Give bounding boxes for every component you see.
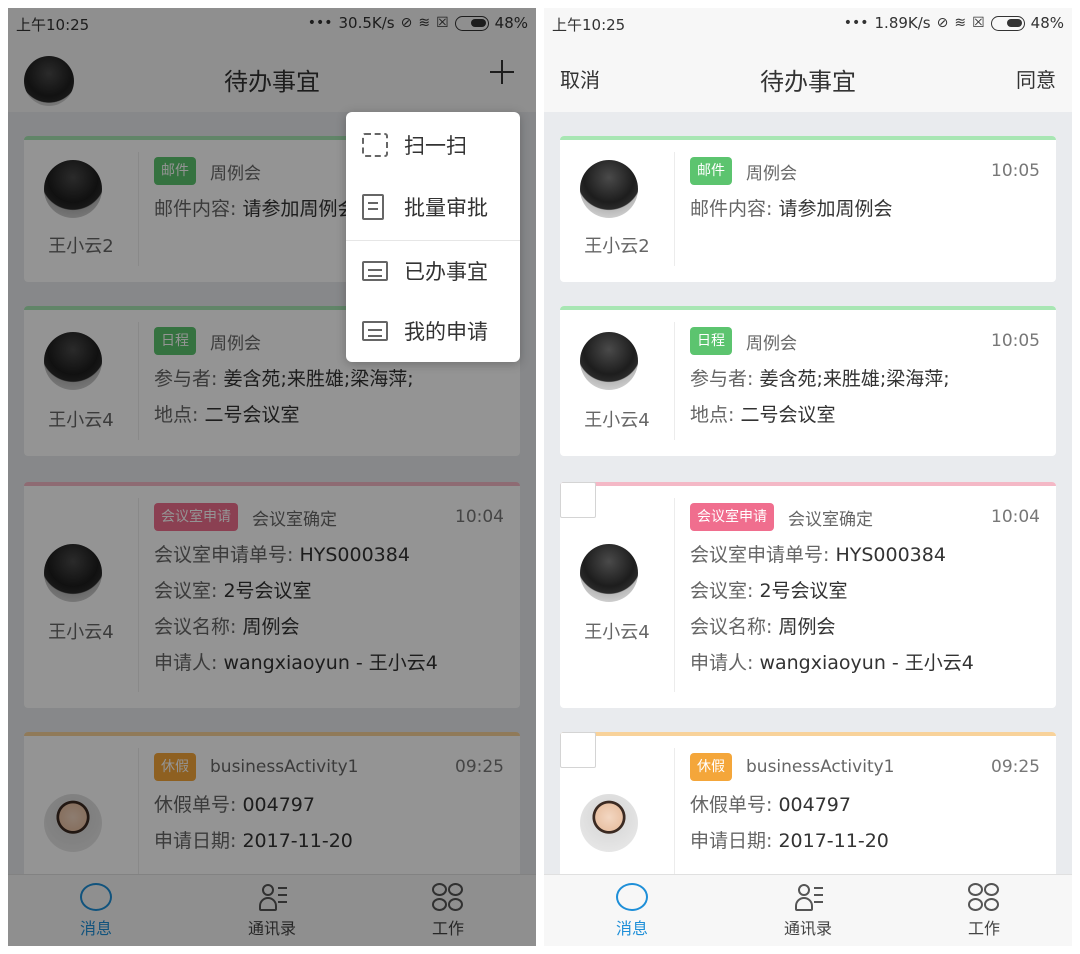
- card-row: 会议名称: 周例会: [690, 614, 1040, 640]
- tab-work[interactable]: 工作: [924, 883, 1044, 939]
- list-item[interactable]: 王小云2 邮件 周例会 10:05 邮件内容: 请参加周例会: [560, 136, 1056, 282]
- card-divider: [674, 322, 675, 440]
- tab-label: 消息: [615, 919, 648, 938]
- row-value: 请参加周例会: [778, 198, 893, 220]
- network-speed: 1.89K/s: [874, 14, 931, 32]
- phone-left-screen: 上午10:25 ••• 30.5K/s ⊘ ≋ ☒ 48% 待办事宜 王小云2: [8, 8, 536, 946]
- tab-label: 工作: [967, 919, 1000, 938]
- mute-icon: ⊘: [936, 15, 949, 31]
- card-row: 申请人: wangxiaoyun - 王小云4: [690, 650, 1040, 676]
- contacts-icon: [788, 883, 828, 913]
- row-value: 004797: [778, 794, 851, 816]
- battery-percent: 48%: [1030, 14, 1064, 32]
- type-tag: 日程: [690, 327, 732, 355]
- row-value: 二号会议室: [740, 404, 836, 426]
- battery-icon: [990, 15, 1025, 31]
- card-row: 参与者: 姜含苑;来胜雄;梁海萍;: [690, 366, 1040, 392]
- row-value: 姜含苑;来胜雄;梁海萍;: [759, 368, 950, 390]
- avatar: [580, 544, 638, 602]
- work-icon: [964, 883, 1004, 913]
- list-item[interactable]: 休假 businessActivity1 09:25 休假单号: 004797 …: [560, 732, 1056, 874]
- row-value: 2017-11-20: [778, 830, 889, 852]
- menu-item-label: 已办事宜: [404, 260, 488, 284]
- row-label: 会议名称:: [690, 616, 773, 638]
- card-time: 10:05: [991, 161, 1040, 181]
- type-tag: 会议室申请: [690, 503, 774, 531]
- menu-item-batch-approve[interactable]: 批量审批: [346, 176, 520, 238]
- type-tag: 邮件: [690, 157, 732, 185]
- row-label: 申请人:: [690, 652, 754, 674]
- card-subject: 会议室确定: [788, 509, 873, 530]
- card-time: 10:05: [991, 331, 1040, 351]
- card-divider: [674, 748, 675, 874]
- type-tag: 休假: [690, 753, 732, 781]
- row-value: 2号会议室: [759, 580, 848, 602]
- card-time: 10:04: [991, 507, 1040, 527]
- tab-contacts[interactable]: 通讯录: [748, 883, 868, 939]
- menu-item-scan[interactable]: 扫一扫: [346, 114, 520, 176]
- nav-bar: 取消 待办事宜 同意: [544, 40, 1072, 112]
- menu-item-done[interactable]: 已办事宜: [346, 240, 520, 302]
- card-row: 邮件内容: 请参加周例会: [690, 196, 1040, 222]
- card-row: 休假单号: 004797: [690, 792, 1040, 818]
- scan-icon: [362, 133, 388, 157]
- row-label: 休假单号:: [690, 794, 773, 816]
- page-title: 待办事宜: [760, 68, 856, 96]
- list-item[interactable]: 王小云4 日程 周例会 10:05 参与者: 姜含苑;来胜雄;梁海萍; 地点: …: [560, 306, 1056, 456]
- menu-item-label: 批量审批: [404, 196, 488, 220]
- tab-messages[interactable]: 消息: [572, 883, 692, 939]
- card-subject: 周例会: [746, 333, 797, 354]
- card-row: 会议室申请单号: HYS000384: [690, 542, 1040, 568]
- status-bar: 上午10:25 ••• 1.89K/s ⊘ ≋ ☒ 48%: [544, 8, 1072, 40]
- row-label: 地点:: [690, 404, 735, 426]
- row-label: 申请日期:: [690, 830, 773, 852]
- bottom-tab-bar: 消息 通讯录 工作: [544, 874, 1072, 946]
- card-divider: [674, 152, 675, 266]
- wifi-icon: ≋: [954, 15, 967, 31]
- list-item[interactable]: 王小云4 会议室申请 会议室确定 10:04 会议室申请单号: HYS00038…: [560, 482, 1056, 708]
- popup-menu: 扫一扫 批量审批 已办事宜 我的申请: [346, 112, 520, 362]
- avatar: [580, 332, 638, 390]
- row-value: 周例会: [778, 616, 836, 638]
- sim-icon: ☒: [972, 15, 985, 31]
- card-row: 地点: 二号会议室: [690, 402, 1040, 428]
- phone-right-screen: 上午10:25 ••• 1.89K/s ⊘ ≋ ☒ 48% 取消 待办事宜 同意…: [544, 8, 1072, 946]
- card-subject: businessActivity1: [746, 757, 895, 777]
- card-divider: [674, 498, 675, 692]
- card-time: 09:25: [991, 757, 1040, 777]
- done-list-icon: [362, 261, 388, 281]
- more-dots-icon: •••: [843, 15, 869, 31]
- todo-list: 王小云2 邮件 周例会 10:05 邮件内容: 请参加周例会 王小云4: [544, 112, 1072, 874]
- agree-button[interactable]: 同意: [1016, 64, 1056, 93]
- menu-item-label: 我的申请: [404, 320, 488, 344]
- avatar: [580, 160, 638, 218]
- sender-name: 王小云4: [584, 410, 650, 431]
- status-time: 上午10:25: [552, 16, 626, 34]
- menu-item-my-request[interactable]: 我的申请: [346, 300, 520, 362]
- card-row: 会议室: 2号会议室: [690, 578, 1040, 604]
- batch-approve-icon: [362, 194, 384, 220]
- sender-name: 王小云4: [584, 622, 650, 643]
- card-row: 申请日期: 2017-11-20: [690, 828, 1040, 854]
- message-icon: [612, 883, 652, 913]
- row-value: wangxiaoyun - 王小云4: [759, 652, 974, 674]
- my-request-icon: [362, 321, 388, 341]
- row-label: 参与者:: [690, 368, 754, 390]
- avatar: [580, 794, 638, 852]
- tab-label: 通讯录: [783, 919, 832, 938]
- card-subject: 周例会: [746, 163, 797, 184]
- row-label: 会议室:: [690, 580, 754, 602]
- row-value: HYS000384: [835, 544, 946, 566]
- row-label: 邮件内容:: [690, 198, 773, 220]
- sender-name: 王小云2: [584, 236, 650, 257]
- menu-item-label: 扫一扫: [404, 134, 467, 158]
- row-label: 会议室申请单号:: [690, 544, 830, 566]
